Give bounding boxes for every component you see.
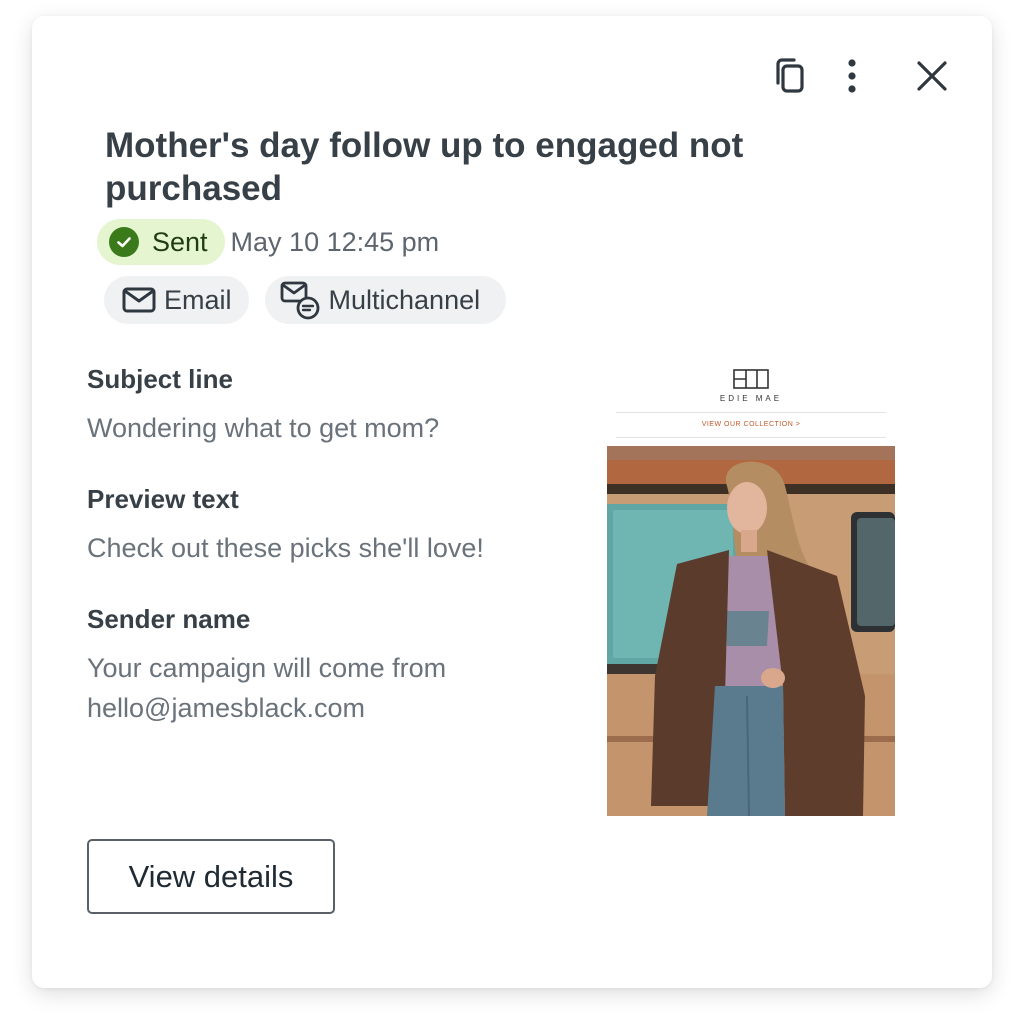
sender-name-label: Sender name <box>87 604 251 634</box>
preview-text-label: Preview text <box>87 484 239 514</box>
channel-chip-email: Email <box>104 276 249 324</box>
email-cta-link: VIEW OUR COLLECTION > <box>701 421 801 428</box>
sent-timestamp: May 10 12:45 pm <box>230 226 440 257</box>
copy-icon[interactable] <box>770 56 810 96</box>
close-icon[interactable] <box>912 56 952 96</box>
envelope-icon <box>122 287 156 313</box>
channel-label: Email <box>164 284 232 315</box>
email-preview-thumbnail: EDIE MAE VIEW OUR COLLECTION > <box>607 364 895 816</box>
brand-logo-icon <box>733 369 769 389</box>
status-row: Sent May 10 12:45 pm <box>97 219 439 265</box>
channel-label: Multichannel <box>328 284 481 315</box>
channel-chip-multichannel: Multichannel <box>264 276 507 324</box>
campaign-title: Mother's day follow up to engaged not pu… <box>105 126 744 208</box>
email-preview-header: EDIE MAE VIEW OUR COLLECTION > <box>607 364 895 446</box>
subject-line-value: Wondering what to get mom? <box>87 413 440 443</box>
email-brand-name: EDIE MAE <box>719 394 783 403</box>
check-circle-icon <box>109 227 139 257</box>
channel-tags: Email Multichannel <box>104 276 507 324</box>
email-hero-image <box>607 446 895 816</box>
sender-name-value: Your campaign will come from hello@james… <box>87 653 447 723</box>
more-options-icon[interactable] <box>832 56 872 96</box>
status-badge: Sent <box>97 219 225 265</box>
campaign-detail-card: Mother's day follow up to engaged not pu… <box>32 16 992 988</box>
subject-line-label: Subject line <box>87 364 233 394</box>
view-details-button[interactable]: View details <box>87 839 335 914</box>
preview-text-value: Check out these picks she'll love! <box>87 533 484 563</box>
divider <box>616 412 886 413</box>
status-label: Sent <box>152 226 208 257</box>
divider <box>616 437 886 438</box>
multichannel-icon <box>280 281 319 320</box>
